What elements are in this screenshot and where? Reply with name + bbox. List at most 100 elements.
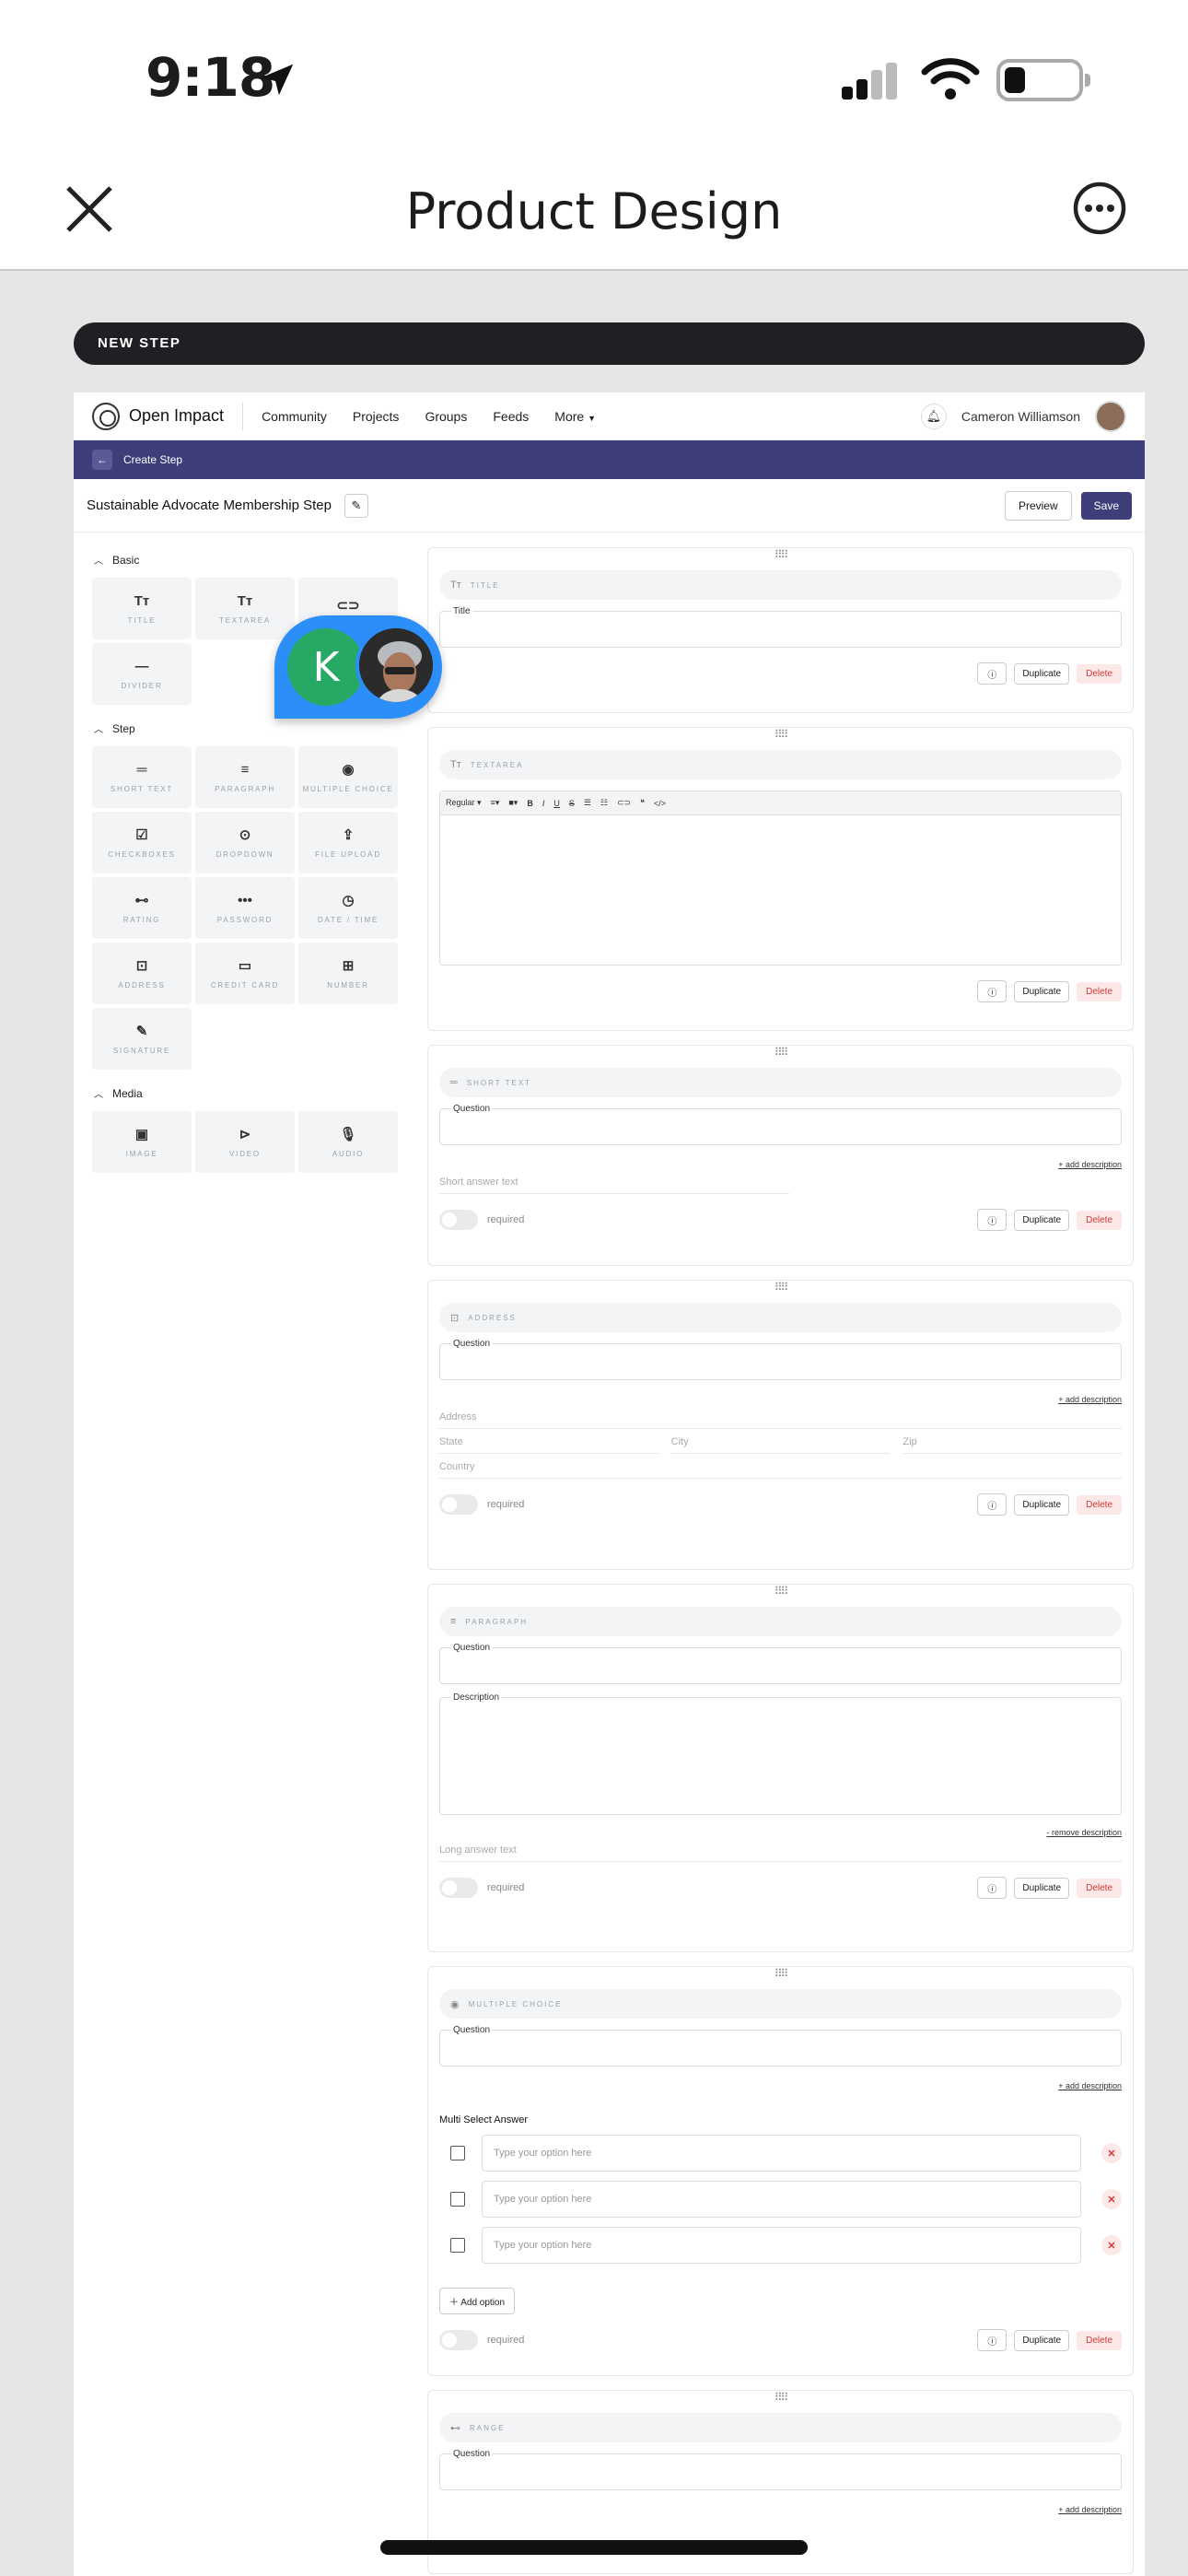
nav-link-projects[interactable]: Projects <box>353 409 400 424</box>
textarea-card[interactable]: ⠿⠿ Tт TEXTAREA Regular ▾ ≡▾ ■▾ B I U S ☰ … <box>427 727 1134 1031</box>
add-description-link[interactable]: + add description <box>439 2505 1122 2514</box>
tile-title[interactable]: Tт TITLE <box>92 578 192 639</box>
required-toggle[interactable] <box>439 1210 478 1230</box>
tile-date-time[interactable]: ◷ DATE / TIME <box>298 877 398 939</box>
option-checkbox[interactable] <box>450 2146 465 2160</box>
preview-button[interactable]: Preview <box>1004 490 1072 521</box>
user-avatar[interactable] <box>1095 400 1126 432</box>
drag-handle-icon[interactable]: ⠿⠿ <box>439 1585 1122 1599</box>
info-icon[interactable]: ⓘ <box>977 662 1007 685</box>
add-description-link[interactable]: + add description <box>439 1395 1122 1404</box>
tile-password[interactable]: ••• PASSWORD <box>195 877 295 939</box>
remove-option-icon[interactable]: ✕ <box>1101 2189 1122 2209</box>
multiple-choice-card[interactable]: ⠿⠿ ◉ MULTIPLE CHOICE Question + add descr… <box>427 1966 1134 2376</box>
drag-handle-icon[interactable]: ⠿⠿ <box>439 1046 1122 1060</box>
duplicate-button[interactable]: Duplicate <box>1014 2329 1070 2351</box>
info-icon[interactable]: ⓘ <box>977 1493 1007 1516</box>
tile-signature[interactable]: ✎ SIGNATURE <box>92 1008 192 1070</box>
bold-icon[interactable]: B <box>527 799 533 808</box>
nav-link-feeds[interactable]: Feeds <box>493 409 529 424</box>
add-option-button[interactable]: ＋ Add option <box>439 2288 516 2314</box>
drag-handle-icon[interactable]: ⠿⠿ <box>439 548 1122 563</box>
section-step[interactable]: ︿ Step <box>94 721 405 735</box>
tile-rating[interactable]: ⊷ RATING <box>92 877 192 939</box>
tile-image[interactable]: ▣ IMAGE <box>92 1111 192 1173</box>
question-field[interactable]: Question <box>439 2449 1122 2490</box>
tile-address[interactable]: ⊡ ADDRESS <box>92 943 192 1004</box>
back-arrow-icon[interactable]: ← <box>92 450 112 470</box>
paragraph-card[interactable]: ⠿⠿ ≡ PARAGRAPH Question Description - rem… <box>427 1584 1134 1952</box>
brand-logo[interactable]: Open Impact <box>92 402 224 430</box>
section-basic[interactable]: ︿ Basic <box>94 553 405 567</box>
required-toggle[interactable] <box>439 2330 478 2350</box>
short-text-card[interactable]: ⠿⠿ ═ SHORT TEXT Question + add descriptio… <box>427 1045 1134 1266</box>
tile-paragraph[interactable]: ≡ PARAGRAPH <box>195 746 295 808</box>
drag-handle-icon[interactable]: ⠿⠿ <box>439 1281 1122 1295</box>
edit-pencil-icon[interactable]: ✎ <box>344 493 368 518</box>
delete-button[interactable]: Delete <box>1077 1878 1122 1898</box>
duplicate-button[interactable]: Duplicate <box>1014 980 1070 1002</box>
required-toggle[interactable] <box>439 1494 478 1515</box>
code-icon[interactable]: </> <box>654 799 666 808</box>
nav-link-groups[interactable]: Groups <box>425 409 467 424</box>
more-options-icon[interactable] <box>1072 181 1127 236</box>
delete-button[interactable]: Delete <box>1077 1494 1122 1515</box>
duplicate-button[interactable]: Duplicate <box>1014 1493 1070 1516</box>
title-card[interactable]: ⠿⠿ Tт TITLE Title ⓘ Duplicate Delete <box>427 547 1134 713</box>
duplicate-button[interactable]: Duplicate <box>1014 662 1070 685</box>
remove-description-link[interactable]: - remove description <box>439 1828 1122 1837</box>
description-field[interactable]: Description <box>439 1692 1122 1815</box>
tile-textarea[interactable]: Tт TEXTAREA <box>195 578 295 639</box>
question-field[interactable]: Question <box>439 1643 1122 1684</box>
tile-checkboxes[interactable]: ☑ CHECKBOXES <box>92 812 192 873</box>
option-checkbox[interactable] <box>450 2238 465 2253</box>
save-button[interactable]: Save <box>1080 491 1132 520</box>
strikethrough-icon[interactable]: S <box>569 799 575 808</box>
option-checkbox[interactable] <box>450 2192 465 2207</box>
option-input[interactable]: Type your option here <box>482 2181 1081 2218</box>
tile-multiple-choice[interactable]: ◉ MULTIPLE CHOICE <box>298 746 398 808</box>
required-toggle[interactable] <box>439 1878 478 1898</box>
duplicate-button[interactable]: Duplicate <box>1014 1877 1070 1899</box>
nav-link-more[interactable]: More ▼ <box>554 409 596 424</box>
address-card[interactable]: ⠿⠿ ⊡ ADDRESS Question + add description A… <box>427 1280 1134 1570</box>
tile-audio[interactable]: 🎙︎ AUDIO <box>298 1111 398 1173</box>
nav-link-community[interactable]: Community <box>262 409 327 424</box>
question-field[interactable]: Question <box>439 1104 1122 1145</box>
align-icon[interactable]: ≡▾ <box>491 798 500 808</box>
delete-button[interactable]: Delete <box>1077 2330 1122 2350</box>
link-icon[interactable]: ⊂⊃ <box>617 798 631 808</box>
option-input[interactable]: Type your option here <box>482 2227 1081 2264</box>
numbered-list-icon[interactable]: ☷ <box>600 798 608 808</box>
add-description-link[interactable]: + add description <box>439 2081 1122 2090</box>
delete-button[interactable]: Delete <box>1077 1210 1122 1230</box>
duplicate-button[interactable]: Duplicate <box>1014 1209 1070 1231</box>
user-name[interactable]: Cameron Williamson <box>961 409 1080 424</box>
info-icon[interactable]: ⓘ <box>977 2329 1007 2351</box>
info-icon[interactable]: ⓘ <box>977 1209 1007 1231</box>
remove-option-icon[interactable]: ✕ <box>1101 2143 1122 2163</box>
floating-chat-bubble[interactable]: K <box>274 615 442 719</box>
option-input[interactable]: Type your option here <box>482 2135 1081 2172</box>
drag-handle-icon[interactable]: ⠿⠿ <box>439 2391 1122 2406</box>
section-media[interactable]: ︿ Media <box>94 1086 405 1100</box>
title-field[interactable]: Title <box>439 606 1122 648</box>
underline-icon[interactable]: U <box>553 799 560 808</box>
bullet-list-icon[interactable]: ☰ <box>584 798 591 808</box>
rich-text-editor[interactable]: Regular ▾ ≡▾ ■▾ B I U S ☰ ☷ ⊂⊃ ❝ </> <box>439 790 1122 966</box>
add-description-link[interactable]: + add description <box>439 1160 1122 1169</box>
tile-number[interactable]: ⊞ NUMBER <box>298 943 398 1004</box>
info-icon[interactable]: ⓘ <box>977 980 1007 1002</box>
bell-icon[interactable]: 🔔︎ <box>920 403 947 429</box>
tile-short-text[interactable]: ═ SHORT TEXT <box>92 746 192 808</box>
tile-divider[interactable]: — DIVIDER <box>92 643 192 705</box>
tile-file-upload[interactable]: ⇪ FILE UPLOAD <box>298 812 398 873</box>
question-field[interactable]: Question <box>439 1339 1122 1380</box>
home-indicator[interactable] <box>380 2540 808 2555</box>
question-field[interactable]: Question <box>439 2025 1122 2067</box>
text-style-select[interactable]: Regular ▾ <box>446 798 482 808</box>
drag-handle-icon[interactable]: ⠿⠿ <box>439 728 1122 743</box>
color-icon[interactable]: ■▾ <box>508 798 518 808</box>
tile-dropdown[interactable]: ⊙ DROPDOWN <box>195 812 295 873</box>
info-icon[interactable]: ⓘ <box>977 1877 1007 1899</box>
